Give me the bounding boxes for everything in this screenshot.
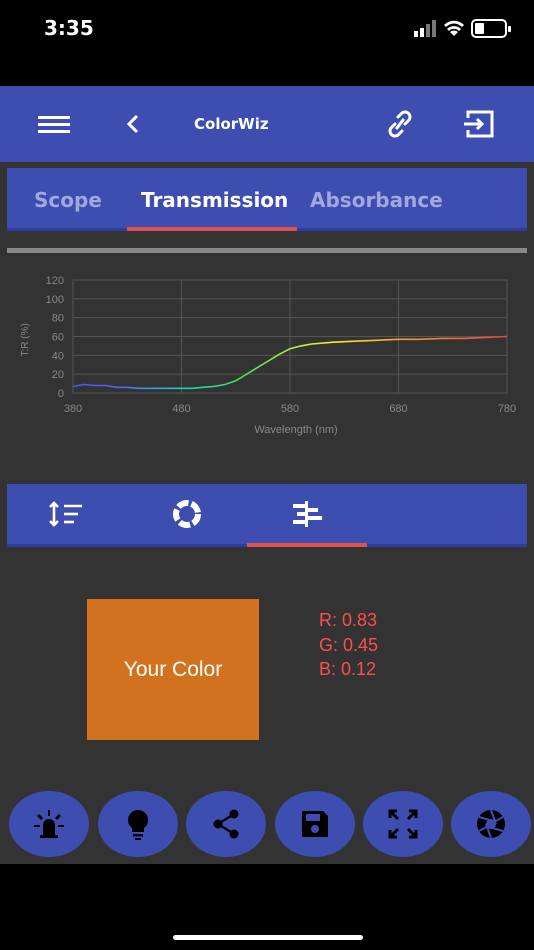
login-icon[interactable]	[462, 108, 498, 140]
y-tick-label: 20	[52, 369, 64, 381]
y-tick-label: 80	[52, 313, 64, 325]
x-tick-label: 680	[389, 403, 407, 415]
cellular-signal-icon	[414, 20, 436, 37]
y-axis-label: T:R (%)	[20, 323, 31, 356]
share-icon	[213, 809, 239, 839]
x-tick-label: 780	[498, 403, 516, 415]
fullscreen-icon	[388, 809, 418, 839]
transmission-chart: 380 480 580 680 780 120 100 80 60 40 20 0 T:R (%) W…	[20, 275, 516, 436]
status-icons	[414, 19, 511, 38]
menu-icon[interactable]	[36, 108, 72, 140]
save-button[interactable]	[275, 791, 355, 857]
tab-absorbance[interactable]: Absorbance	[310, 188, 443, 212]
y-tick-label: 40	[52, 350, 64, 362]
status-time: 3:35	[44, 16, 94, 40]
donut-chart-icon[interactable]	[169, 498, 205, 530]
share-button[interactable]	[186, 791, 266, 857]
camera-aperture-button[interactable]	[451, 791, 531, 857]
y-tick-label: 100	[46, 294, 64, 306]
link-icon[interactable]	[382, 108, 418, 140]
tab-scope[interactable]: Scope	[34, 188, 102, 212]
tab-transmission[interactable]: Transmission	[141, 188, 288, 212]
y-tick-label: 0	[58, 388, 64, 400]
status-bar: 3:35	[0, 0, 534, 56]
sort-icon[interactable]	[48, 498, 84, 530]
view-tabs	[7, 484, 527, 547]
home-indicator	[173, 935, 363, 940]
swatch-label: Your Color	[123, 657, 223, 681]
mode-tabs: Scope Transmission Absorbance	[7, 168, 527, 231]
bulb-button[interactable]	[98, 791, 178, 857]
light-source-button[interactable]	[9, 791, 89, 857]
x-tick-label: 380	[64, 403, 82, 415]
wifi-icon	[444, 20, 464, 36]
rgb-g-value: G: 0.45	[319, 635, 379, 655]
y-tick-label: 60	[52, 332, 64, 344]
align-bars-icon[interactable]	[289, 498, 325, 530]
x-tick-label: 480	[172, 403, 190, 415]
rgb-b-value: B: 0.12	[319, 659, 377, 679]
fullscreen-button[interactable]	[363, 791, 443, 857]
view-tab-indicator	[247, 543, 367, 547]
light-source-icon	[34, 810, 64, 838]
top-app-bar: ColorWiz	[0, 86, 534, 162]
camera-aperture-icon	[477, 809, 505, 839]
app-title: ColorWiz	[194, 115, 269, 133]
chart-divider	[7, 248, 527, 253]
rgb-r-value: R: 0.83	[319, 610, 378, 630]
x-axis-label: Wavelength (nm)	[254, 424, 337, 436]
color-swatch: Your Color	[87, 599, 259, 740]
tab-indicator	[127, 227, 297, 231]
bottom-action-bar	[0, 786, 534, 864]
battery-icon	[471, 19, 511, 38]
bulb-icon	[128, 810, 148, 840]
save-icon	[302, 811, 328, 837]
app-window: ColorWiz Scope Transmission Absorbance 3…	[0, 86, 534, 864]
x-tick-label: 580	[281, 403, 299, 415]
y-tick-label: 120	[46, 275, 64, 287]
back-icon[interactable]	[116, 108, 152, 140]
